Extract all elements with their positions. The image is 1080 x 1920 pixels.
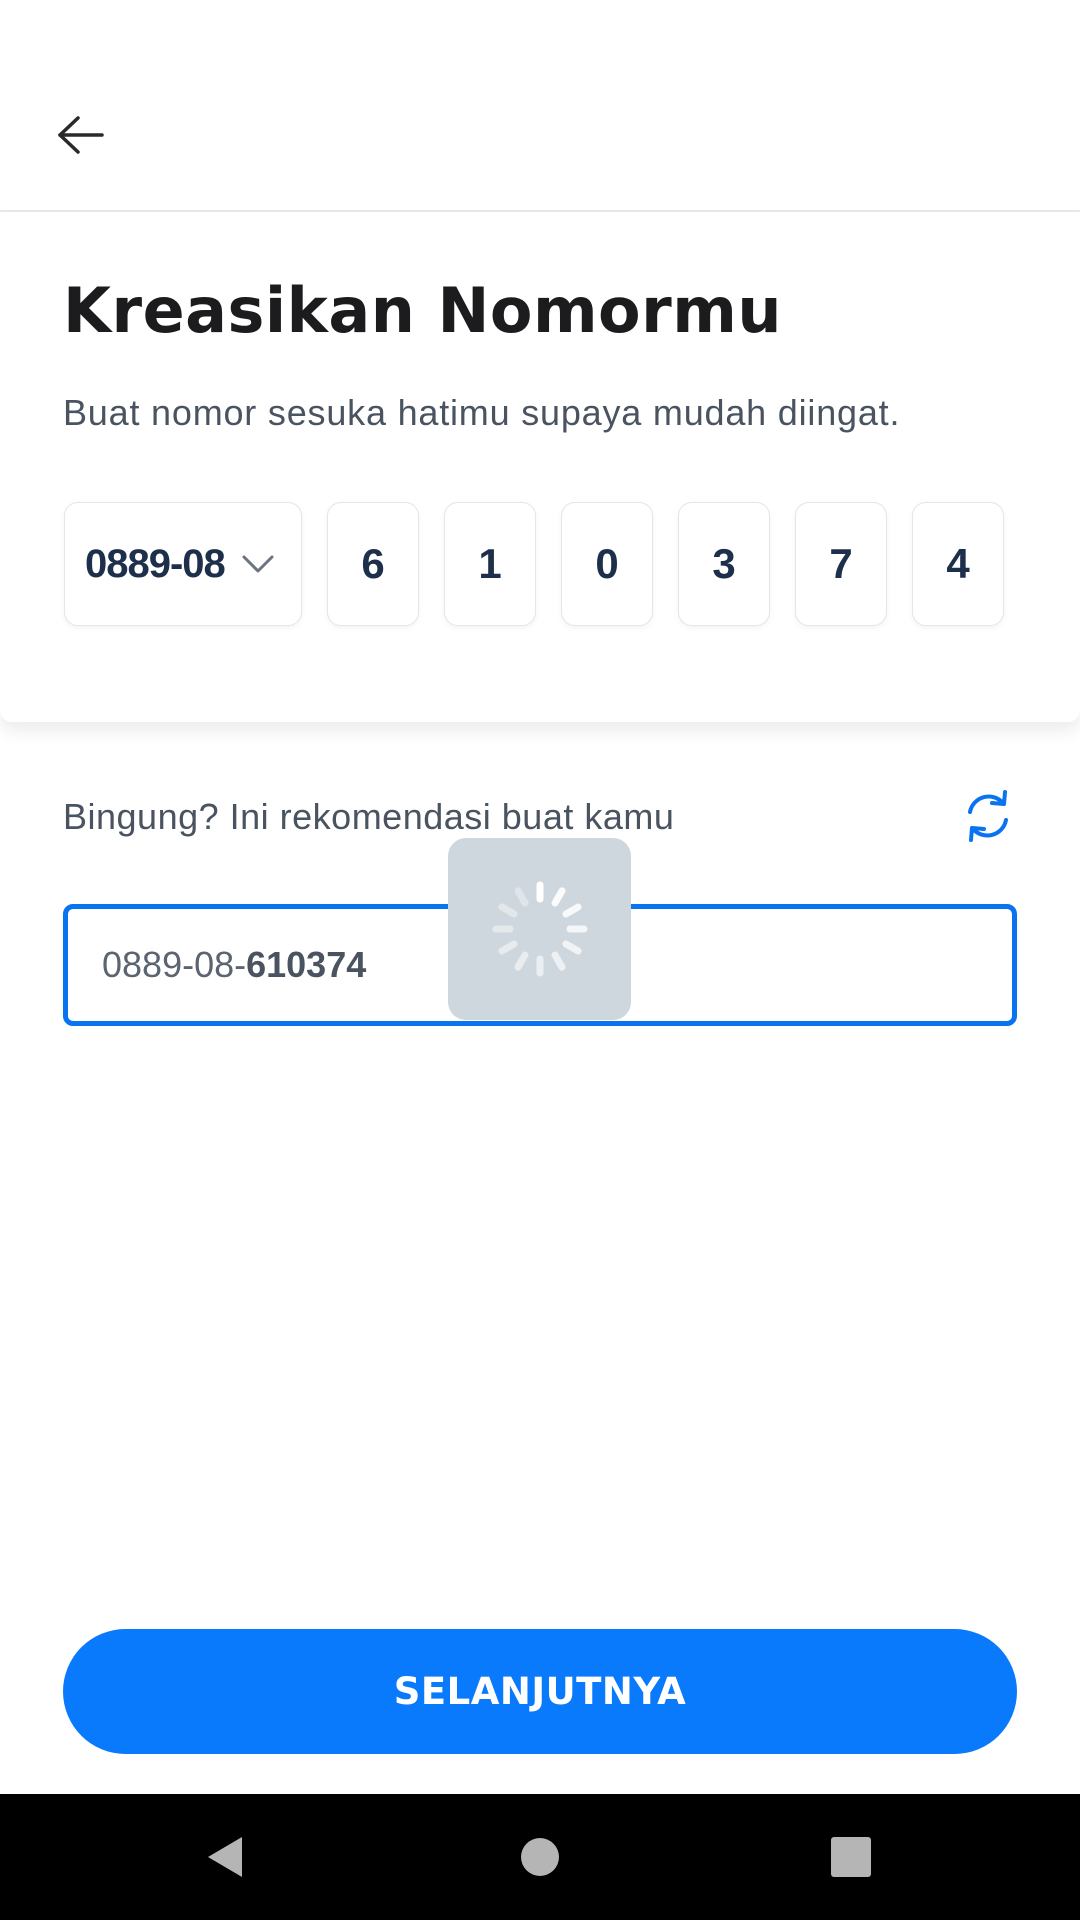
- next-button[interactable]: SELANJUTNYA: [63, 1629, 1017, 1754]
- system-nav-bar: [0, 1794, 1080, 1920]
- create-number-screen: Kreasikan Nomormu Buat nomor sesuka hati…: [0, 0, 1080, 1920]
- arrow-left-icon: [58, 116, 104, 154]
- prefix-value: 0889-08: [85, 541, 226, 586]
- digit-input-2[interactable]: 1: [444, 502, 536, 626]
- digit-input-1[interactable]: 6: [327, 502, 419, 626]
- chevron-down-icon: [241, 552, 275, 576]
- nav-back-button[interactable]: [190, 1822, 260, 1892]
- recommendation-label: Bingung? Ini rekomendasi buat kamu: [63, 796, 675, 837]
- recommended-number-suffix: 610374: [246, 944, 367, 985]
- back-button[interactable]: [56, 100, 136, 170]
- number-input-row: 0889-08 6 1 0 3 7 4: [64, 502, 1024, 628]
- loading-overlay: [448, 838, 631, 1020]
- number-creator-card: Kreasikan Nomormu Buat nomor sesuka hati…: [0, 212, 1080, 722]
- prefix-dropdown[interactable]: 0889-08: [64, 502, 302, 626]
- digit-input-3[interactable]: 0: [561, 502, 653, 626]
- refresh-icon: [968, 790, 1008, 842]
- page-title: Kreasikan Nomormu: [63, 274, 782, 347]
- nav-home-icon: [521, 1838, 559, 1876]
- recommended-number-prefix: 0889-08-: [102, 944, 247, 985]
- top-app-bar: [0, 0, 1080, 212]
- nav-recents-icon: [831, 1837, 871, 1877]
- nav-home-button[interactable]: [505, 1822, 575, 1892]
- digit-input-4[interactable]: 3: [678, 502, 770, 626]
- page-subtitle: Buat nomor sesuka hatimu supaya mudah di…: [63, 392, 901, 433]
- nav-back-icon: [208, 1837, 242, 1877]
- spinner-icon: [492, 881, 587, 977]
- digit-input-5[interactable]: 7: [795, 502, 887, 626]
- digit-input-6[interactable]: 4: [912, 502, 1004, 626]
- refresh-button[interactable]: [960, 786, 1016, 846]
- nav-recents-button[interactable]: [816, 1822, 886, 1892]
